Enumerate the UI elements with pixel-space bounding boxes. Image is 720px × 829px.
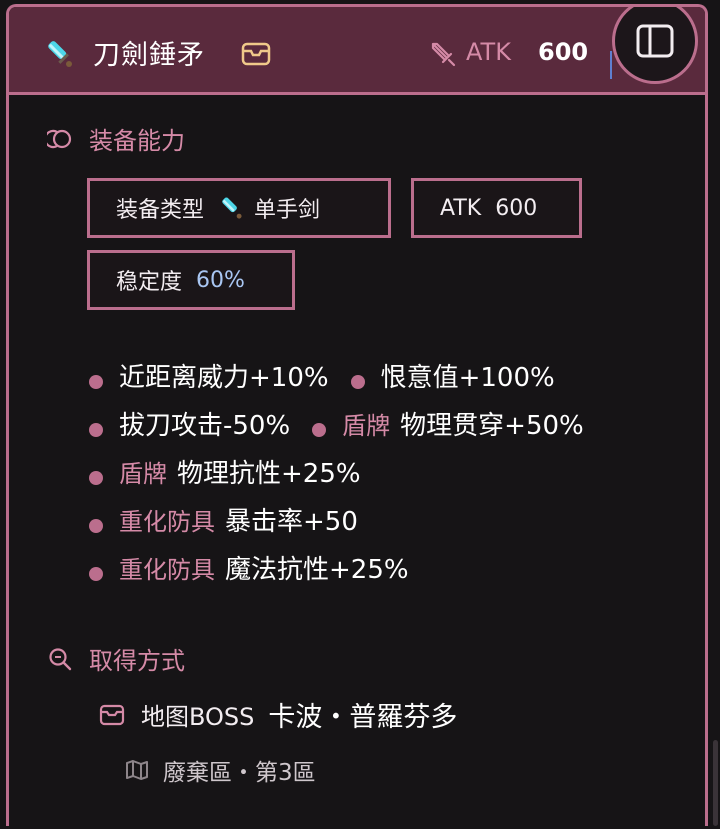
atk-chip-value: 600 — [495, 195, 538, 221]
stability-chip: 稳定度 60% — [87, 250, 295, 310]
effect-item: 重化防具 暴击率+50 — [89, 501, 358, 538]
location-text: 廢棄區・第3區 — [163, 760, 316, 786]
search-icon — [49, 647, 72, 670]
bullet-dot — [89, 375, 103, 389]
map-icon — [126, 760, 148, 780]
stability-label: 稳定度 — [116, 270, 183, 295]
type-value: 单手剑 — [254, 198, 321, 223]
effects-row: 重化防具 魔法抗性+25% — [89, 543, 606, 591]
effect-item: 重化防具 魔法抗性+25% — [89, 549, 409, 586]
stability-value: 60% — [196, 267, 245, 293]
effects-row: 重化防具 暴击率+50 — [89, 495, 606, 543]
swirl-icon — [47, 129, 72, 148]
obtain-heading: 取得方式 — [89, 647, 185, 675]
bullet-dot — [312, 423, 327, 437]
effect-item: 盾牌 物理贯穿+50% — [312, 405, 584, 442]
obtain-source-row[interactable]: 地图BOSS 卡波・普羅芬多 — [99, 695, 457, 734]
header-atk-label: ATK — [466, 38, 511, 66]
effect-item: 拔刀攻击-50% — [89, 405, 290, 442]
effect-item: 恨意值+100% — [350, 357, 555, 394]
scrollbar[interactable] — [713, 740, 718, 826]
bullet-dot — [89, 471, 103, 485]
source-type: 地图BOSS — [141, 703, 255, 731]
type-chip: 装备类型 单手剑 — [87, 178, 391, 238]
header-atk-value: 600 — [538, 38, 589, 66]
effects-row: 拔刀攻击-50% 盾牌 物理贯穿+50% — [89, 399, 606, 447]
effect-text: 近距离威力+10% — [119, 362, 329, 393]
effects-row: 盾牌 物理抗性+25% — [89, 447, 606, 495]
box-icon[interactable] — [241, 41, 271, 67]
effects-list: 近距离威力+10% 恨意值+100% 拔刀攻击-50% 盾牌 物理贯穿+50% … — [89, 351, 606, 591]
effect-text: 魔法抗性+25% — [225, 554, 409, 585]
effect-text: 暴击率+50 — [225, 506, 358, 537]
effects-row: 近距离威力+10% 恨意值+100% — [89, 351, 606, 399]
effect-text: 物理贯穿+50% — [400, 410, 584, 441]
type-label: 装备类型 — [116, 198, 205, 223]
sword-outline-icon — [431, 42, 456, 67]
text-caret — [610, 51, 612, 79]
box-icon — [99, 704, 125, 725]
sidebar-panel-icon — [636, 24, 674, 58]
effect-tag: 重化防具 — [119, 555, 215, 584]
atk-chip-label: ATK — [440, 195, 482, 221]
effect-tag: 盾牌 — [342, 411, 391, 440]
location-row[interactable]: 廢棄區・第3區 — [125, 753, 316, 787]
bullet-dot — [89, 519, 103, 533]
item-title: 刀劍錘矛 — [93, 40, 205, 71]
effect-item: 近距离威力+10% — [89, 357, 329, 394]
obtain-section-header: 取得方式 — [47, 641, 185, 676]
effect-tag: 盾牌 — [119, 459, 167, 488]
ability-section-header: 装备能力 — [47, 121, 185, 156]
toggle-sidebar-button[interactable] — [612, 7, 698, 84]
effect-text: 物理抗性+25% — [177, 458, 361, 489]
effect-text: 恨意值+100% — [380, 362, 555, 393]
bullet-dot — [89, 423, 103, 437]
ability-heading: 装备能力 — [89, 127, 185, 155]
effect-item: 盾牌 物理抗性+25% — [89, 453, 361, 490]
sword-icon — [48, 41, 72, 67]
effect-tag: 重化防具 — [119, 507, 215, 536]
atk-chip: ATK 600 — [411, 178, 582, 238]
effect-text: 拔刀攻击-50% — [119, 410, 291, 441]
sword-icon — [222, 197, 242, 219]
item-card: 刀劍錘矛 ATK 600 装备能力 装备类型 单手剑 ATK 600 稳定度 6… — [6, 4, 708, 826]
card-header: 刀劍錘矛 ATK 600 — [9, 7, 705, 95]
boss-name[interactable]: 卡波・普羅芬多 — [268, 695, 457, 734]
bullet-dot — [89, 567, 103, 581]
bullet-dot — [350, 375, 365, 389]
